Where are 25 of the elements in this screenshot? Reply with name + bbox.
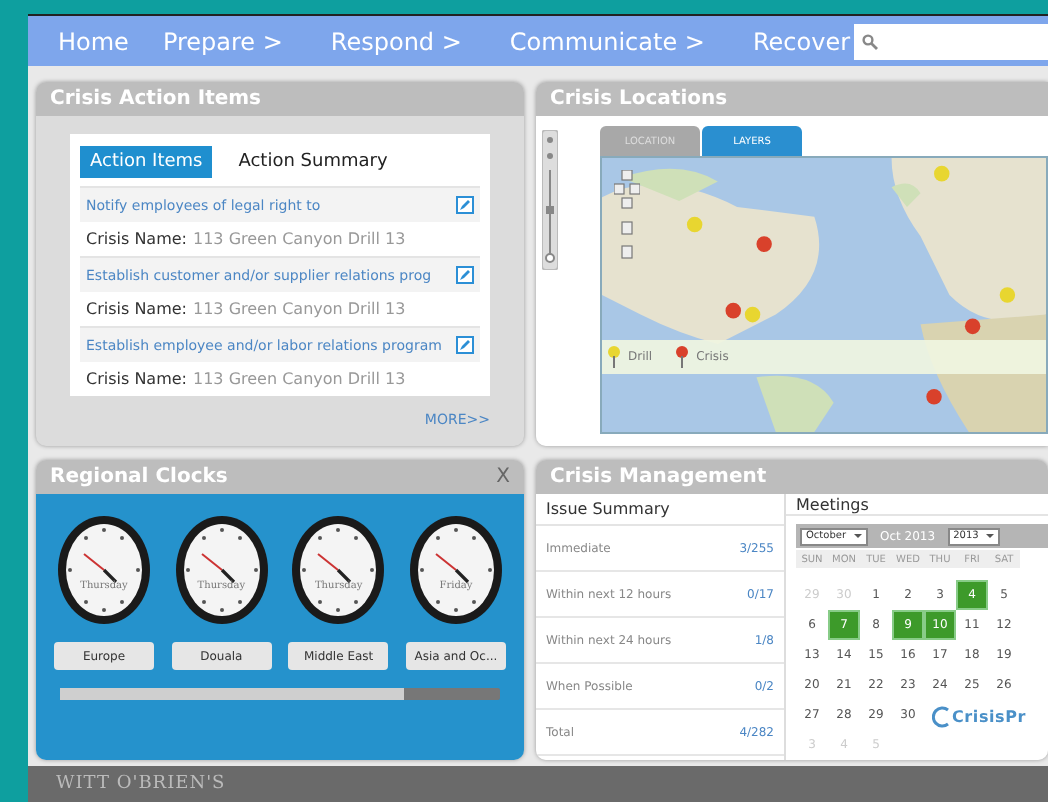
crisis-name-label: Crisis Name: <box>86 370 187 388</box>
crisis-name-value: 113 Green Canyon Drill 13 <box>193 230 406 248</box>
crisis-name-value: 113 Green Canyon Drill 13 <box>193 370 406 388</box>
panel-title: Crisis Locations <box>550 88 728 110</box>
clock-face-icon <box>173 514 270 626</box>
clock-face-icon <box>56 514 152 626</box>
crisis-name-label: Crisis Name: <box>86 230 187 248</box>
edit-icon[interactable] <box>456 336 474 354</box>
swirl-icon <box>932 706 950 728</box>
section-title: Meetings <box>786 494 1048 516</box>
crisis-name-label: Crisis Name: <box>86 300 187 318</box>
panel-title: Crisis Action Items <box>50 88 262 110</box>
tab[interactable]: Action Summary <box>228 146 398 178</box>
edit-icon[interactable] <box>456 196 474 214</box>
brand-logo: CrisisPr <box>952 708 1027 726</box>
panel-title: Regional Clocks <box>50 466 228 488</box>
edit-icon[interactable] <box>456 266 474 284</box>
panel-title: Crisis Management <box>550 466 767 488</box>
clock-face-icon <box>290 514 387 626</box>
brand-logo: WITT O'BRIEN'S <box>56 774 226 794</box>
tab[interactable]: Action Items <box>80 146 213 178</box>
section-title: Issue Summary <box>536 494 784 526</box>
crisis-name-value: 113 Green Canyon Drill 13 <box>193 300 406 318</box>
clock-face-icon <box>407 514 504 626</box>
search-icon <box>862 33 879 49</box>
